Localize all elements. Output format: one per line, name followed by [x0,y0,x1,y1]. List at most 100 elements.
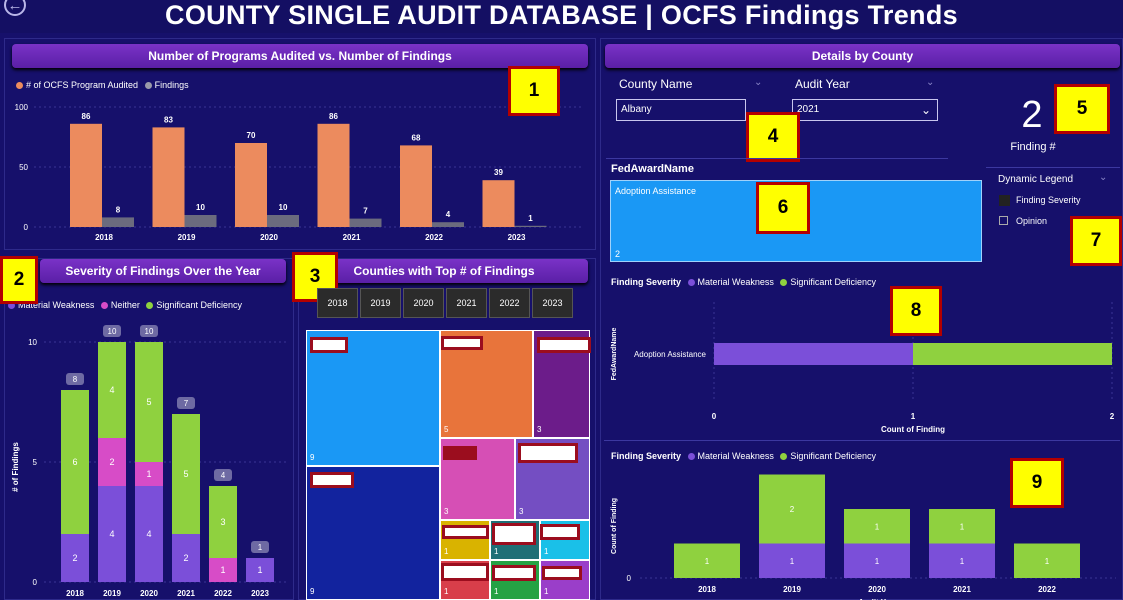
x-tick-label: 2018 [95,233,113,242]
x-tick-label: 2023 [251,589,269,598]
x-tick-label: 2021 [177,589,195,598]
finding-severity-radio[interactable] [999,195,1010,206]
segment-data-label: 4 [109,385,114,395]
total-data-label: 10 [145,327,154,336]
y-tick-label: 0 [33,578,38,587]
segment-data-label: 4 [146,529,151,539]
programs-legend: # of OCFS Program Audited Findings [12,80,189,90]
redaction-box [442,525,489,539]
divider [606,158,948,159]
x-tick-label: 2022 [214,589,232,598]
programs-data-label: 39 [494,168,503,177]
redaction-box [310,337,348,353]
year-tab-2022[interactable]: 2022 [489,288,530,318]
legend-programs: # of OCFS Program Audited [26,80,139,90]
segment-data-label: 1 [790,557,795,566]
finding-severity-option[interactable]: Finding Severity [1016,195,1081,205]
x-tick-label: 2018 [698,585,716,594]
segment-data-label: 6 [72,457,77,467]
year-tab-2023[interactable]: 2023 [532,288,573,318]
severity-legend-8: Finding Severity Material Weakness Signi… [611,277,876,287]
findings-bar [432,222,464,227]
findings-data-label: 7 [363,207,368,216]
findings-bar [184,215,217,227]
callout-6: 6 [756,182,810,234]
segment-data-label: 1 [705,557,710,566]
segment-data-label: 1 [875,522,880,531]
legend-material-weakness: Material Weakness [697,277,774,287]
legend-significant-deficiency: Significant Deficiency [156,300,242,310]
legend-neither: Neither [110,300,140,310]
programs-bar [317,123,350,227]
findings-bar [349,218,382,227]
findings-bar [514,225,547,227]
total-data-label: 8 [73,375,78,384]
dynamic-legend-label: Dynamic Legend [998,174,1074,185]
programs-bar [235,143,267,227]
segment-data-label: 1 [1045,557,1050,566]
fed-award-card-title: Adoption Assistance [615,186,697,196]
segment-data-label: 2 [183,553,188,563]
severity-segment [714,343,913,365]
segment-data-label: 1 [146,469,151,479]
findings-data-label: 10 [196,203,205,212]
legend-material-weakness: Material Weakness [697,451,774,461]
programs-vs-findings-title: Number of Programs Audited vs. Number of… [12,44,588,68]
redaction-box [443,446,477,460]
audit-year-dropdown[interactable]: 2021 ⌄ [792,99,938,121]
findings-bar [267,215,299,227]
severity-title: Severity of Findings Over the Year [40,259,286,283]
x-tick-label: 2020 [140,589,158,598]
severity-legend-9: Finding Severity Material Weakness Signi… [611,451,876,461]
county-name-value: Albany [621,104,652,115]
programs-data-label: 70 [247,131,256,140]
opinion-radio[interactable] [999,216,1008,225]
x-tick-label: 2021 [343,233,361,242]
segment-data-label: 5 [183,469,188,479]
segment-data-label: 1 [875,557,880,566]
segment-data-label: 1 [960,522,965,531]
findings-bar [102,217,134,227]
x-tick-label: 2021 [953,585,971,594]
chevron-down-icon[interactable]: ⌄ [1099,172,1107,183]
x-tick-label: 2020 [868,585,886,594]
opinion-option[interactable]: Opinion [1016,216,1047,226]
y-axis-label: Count of Finding [611,498,618,554]
segment-data-label: 1 [960,557,965,566]
fed-award-header: FedAwardName [611,163,694,175]
callout-2: 2 [0,256,38,304]
segment-data-label: 2 [109,457,114,467]
gray-legend-dot [144,82,152,89]
x-axis-label: Count of Finding [881,425,945,434]
fed-award-severity-chart: 0 1 2 Count of Finding FedAwardName Adoption … [611,302,1115,434]
segment-data-label: 2 [790,505,795,514]
segment-data-label: 1 [257,565,262,575]
findings-data-label: 10 [279,203,288,212]
findings-data-label: 1 [528,214,533,223]
segment-data-label: 4 [109,529,114,539]
total-data-label: 10 [108,327,117,336]
top-counties-title: Counties with Top # of Findings [300,259,588,283]
page-title: COUNTY SINGLE AUDIT DATABASE | OCFS Find… [165,0,958,30]
segment-data-label: 3 [220,517,225,527]
material-weakness-dot [687,279,695,286]
y-tick-label: 0 [24,223,29,232]
x-tick-label: 2022 [425,233,443,242]
segment-data-label: 5 [146,397,151,407]
neither-dot [100,302,108,309]
legend-findings: Findings [154,80,189,90]
x-tick-label: 2020 [260,233,278,242]
year-tab-2019[interactable]: 2019 [360,288,401,318]
chevron-down-icon: ⌄ [926,77,935,88]
total-data-label: 4 [221,471,226,480]
y-tick-label: 100 [15,103,29,112]
county-name-dropdown[interactable]: Albany [616,99,746,121]
redaction-box [310,472,354,488]
y-tick-label: 50 [19,163,28,172]
year-tab-2021[interactable]: 2021 [446,288,487,318]
callout-7: 7 [1070,216,1122,266]
year-tab-2018[interactable]: 2018 [317,288,358,318]
year-tab-2020[interactable]: 2020 [403,288,444,318]
y-tick-label: 10 [28,338,37,347]
redaction-box [518,443,578,463]
